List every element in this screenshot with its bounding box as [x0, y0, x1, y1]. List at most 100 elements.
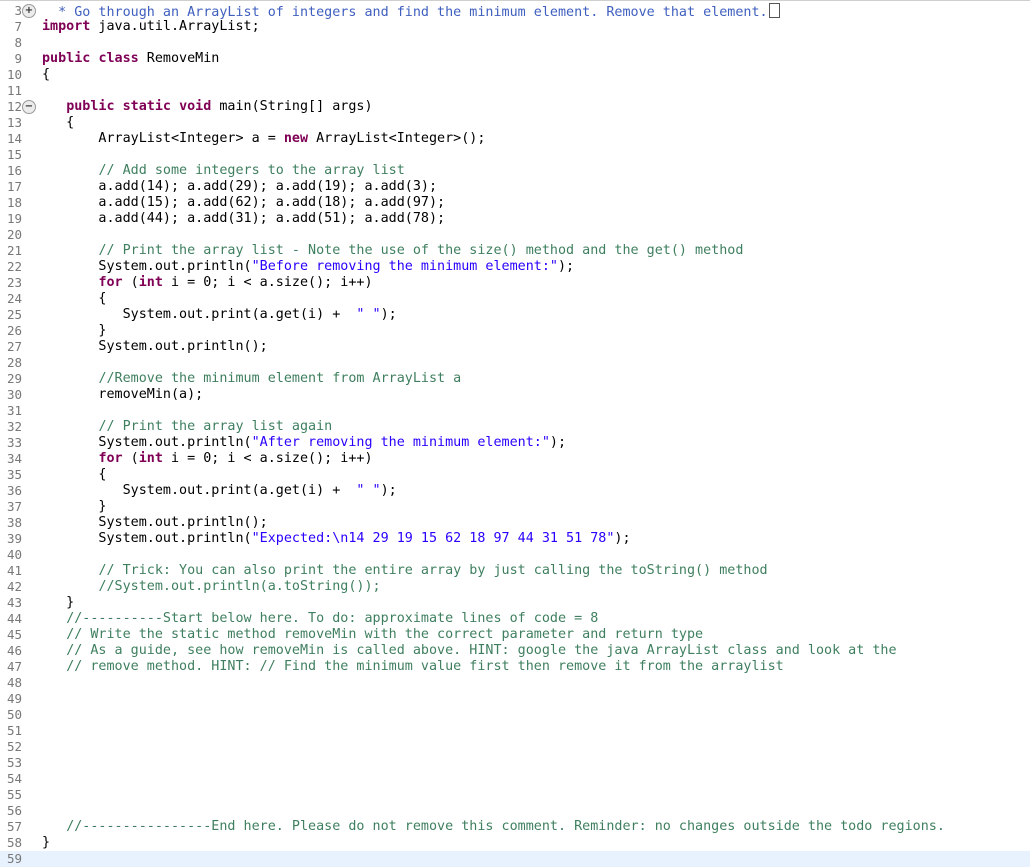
code-line[interactable]: 14 ArrayList<Integer> a = new ArrayList<…	[0, 131, 1030, 147]
code-line[interactable]: 8	[0, 35, 1030, 51]
code-text: //----------Start below here. To do: app…	[42, 611, 598, 627]
code-line[interactable]: 11	[0, 83, 1030, 99]
code-line[interactable]: 24 {	[0, 291, 1030, 307]
line-number: 47	[6, 659, 22, 674]
code-line[interactable]: 33 System.out.println("After removing th…	[0, 435, 1030, 451]
code-line[interactable]: 15	[0, 147, 1030, 163]
code-line[interactable]: 43 }	[0, 595, 1030, 611]
code-token: i = 0; i < a.size(); i++)	[162, 275, 373, 290]
code-token: System.out.print(a.get(i) +	[42, 483, 357, 498]
line-number: 3	[14, 3, 22, 18]
comment-token: //----------Start below here. To do: app…	[66, 611, 599, 626]
keyword-token: class	[98, 51, 139, 66]
code-line[interactable]: 57 //----------------End here. Please do…	[0, 819, 1030, 835]
code-editor[interactable]: 3 + * Go through an ArrayList of integers…	[0, 0, 1030, 867]
code-line[interactable]: 20	[0, 227, 1030, 243]
code-line[interactable]: 54	[0, 771, 1030, 787]
code-line[interactable]: 16 // Add some integers to the array lis…	[0, 163, 1030, 179]
code-text: a.add(14); a.add(29); a.add(19); a.add(3…	[42, 179, 437, 195]
code-line[interactable]: 7 import java.util.ArrayList;	[0, 19, 1030, 35]
code-token: System.out.println();	[42, 515, 268, 530]
code-line[interactable]: 58}	[0, 835, 1030, 851]
code-line[interactable]: 44 //----------Start below here. To do: …	[0, 611, 1030, 627]
code-line[interactable]: 17 a.add(14); a.add(29); a.add(19); a.ad…	[0, 179, 1030, 195]
code-line[interactable]: 31	[0, 403, 1030, 419]
code-line[interactable]: 26 }	[0, 323, 1030, 339]
code-line[interactable]: 48	[0, 675, 1030, 691]
code-token: {	[42, 115, 75, 130]
code-line[interactable]: 55	[0, 787, 1030, 803]
code-line[interactable]: 29 //Remove the minimum element from Arr…	[0, 371, 1030, 387]
line-number: 36	[6, 483, 22, 498]
code-token: }	[42, 323, 107, 338]
code-line[interactable]: 3 + * Go through an ArrayList of integers…	[0, 3, 1030, 20]
line-number: 31	[6, 403, 22, 418]
code-token: System.out.print(a.get(i) +	[42, 307, 357, 322]
code-token: System.out.println(	[42, 435, 252, 450]
code-line[interactable]: 13 {	[0, 115, 1030, 131]
line-number: 52	[6, 739, 22, 754]
keyword-token: import	[42, 19, 91, 34]
line-number: 49	[6, 691, 22, 706]
line-number: 46	[6, 643, 22, 658]
code-text: System.out.print(a.get(i) + " ");	[42, 483, 397, 499]
code-line[interactable]: 49	[0, 691, 1030, 707]
code-line[interactable]: 34 for (int i = 0; i < a.size(); i++)	[0, 451, 1030, 467]
code-line[interactable]: 47 // remove method. HINT: // Find the m…	[0, 659, 1030, 675]
string-token: " "	[356, 483, 381, 498]
code-line[interactable]: 40	[0, 547, 1030, 563]
code-text: System.out.println();	[42, 339, 267, 355]
code-line[interactable]: 41 // Trick: You can also print the enti…	[0, 563, 1030, 579]
code-text: System.out.println("Expected:\n14 29 19 …	[42, 531, 630, 547]
code-token: a.add(14); a.add(29); a.add(19); a.add(3…	[42, 179, 438, 194]
code-text: // As a guide, see how removeMin is call…	[42, 643, 897, 659]
code-line[interactable]: 59	[0, 851, 1030, 867]
line-number: 54	[6, 771, 22, 786]
code-line[interactable]: 9 public class RemoveMin	[0, 51, 1030, 67]
code-line[interactable]: 30 removeMin(a);	[0, 387, 1030, 403]
code-line[interactable]: 22 System.out.println("Before removing t…	[0, 259, 1030, 275]
line-number: 34	[6, 451, 22, 466]
code-line[interactable]: 46 // As a guide, see how removeMin is c…	[0, 643, 1030, 659]
code-line[interactable]: 50	[0, 707, 1030, 723]
code-line[interactable]: 53	[0, 755, 1030, 771]
code-line[interactable]: 39 System.out.println("Expected:\n14 29 …	[0, 531, 1030, 547]
line-number: 48	[6, 675, 22, 690]
code-line[interactable]: 36 System.out.print(a.get(i) + " ");	[0, 483, 1030, 499]
code-line[interactable]: 52	[0, 739, 1030, 755]
code-line[interactable]: 23 for (int i = 0; i < a.size(); i++)	[0, 275, 1030, 291]
line-number: 50	[6, 707, 22, 722]
line-number: 9	[14, 51, 22, 66]
fold-expand-icon[interactable]: +	[22, 4, 36, 18]
line-number: 11	[6, 83, 22, 98]
code-line[interactable]: 56	[0, 803, 1030, 819]
code-text: {	[42, 67, 50, 83]
collapsed-code-marker-icon[interactable]	[768, 3, 780, 18]
code-line[interactable]: 21 // Print the array list - Note the us…	[0, 243, 1030, 259]
code-line[interactable]: 37 }	[0, 499, 1030, 515]
code-line[interactable]: 38 System.out.println();	[0, 515, 1030, 531]
code-line[interactable]: 19 a.add(44); a.add(31); a.add(51); a.ad…	[0, 211, 1030, 227]
code-line[interactable]: 12− public static void main(String[] arg…	[0, 99, 1030, 115]
code-line[interactable]: 35 {	[0, 467, 1030, 483]
code-line[interactable]: 10 {	[0, 67, 1030, 83]
line-number: 18	[6, 195, 22, 210]
code-line[interactable]: 32 // Print the array list again	[0, 419, 1030, 435]
code-token: a.add(15); a.add(62); a.add(18); a.add(9…	[42, 195, 446, 210]
keyword-token: public	[66, 99, 115, 114]
code-line[interactable]: 27 System.out.println();	[0, 339, 1030, 355]
code-line[interactable]: 18 a.add(15); a.add(62); a.add(18); a.ad…	[0, 195, 1030, 211]
code-line[interactable]: 28	[0, 355, 1030, 371]
code-text: //----------------End here. Please do no…	[42, 819, 945, 835]
comment-token: // As a guide, see how removeMin is call…	[66, 643, 897, 658]
code-line[interactable]: 42 //System.out.println(a.toString());	[0, 579, 1030, 595]
code-line[interactable]: 25 System.out.print(a.get(i) + " ");	[0, 307, 1030, 323]
code-line[interactable]: 51	[0, 723, 1030, 739]
code-text: public static void main(String[] args)	[42, 99, 372, 115]
code-line[interactable]: 45 // Write the static method removeMin …	[0, 627, 1030, 643]
fold-collapse-icon[interactable]: −	[22, 100, 36, 114]
